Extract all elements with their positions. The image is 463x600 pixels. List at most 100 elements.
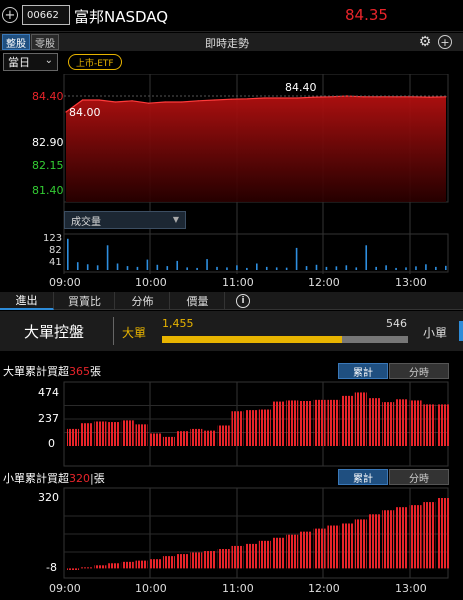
volume-bar xyxy=(106,245,109,270)
volume-bar xyxy=(295,247,298,270)
big-intraday-button[interactable]: 分時 xyxy=(389,363,449,379)
panel-title: 即時走勢 xyxy=(205,37,249,50)
tab-odd-lot[interactable]: 零股 xyxy=(31,34,59,50)
small-cumulative-svg xyxy=(63,487,449,579)
big-cum-bar xyxy=(149,433,162,446)
volume-bar xyxy=(285,267,288,270)
big-cum-bar xyxy=(272,401,285,446)
bottom-xtick-3: 11:00 xyxy=(222,582,254,595)
stock-name: 富邦NASDAQ xyxy=(74,8,169,26)
price-point xyxy=(362,96,364,98)
volume-bar xyxy=(265,266,268,270)
price-point xyxy=(313,96,315,98)
price-point xyxy=(81,99,84,101)
big-cumulative-button[interactable]: 累計 xyxy=(338,363,388,379)
price-chart-svg xyxy=(63,73,449,274)
small-ytick-1: 320 xyxy=(38,491,59,504)
chevron-down-icon: ⌄ xyxy=(44,55,53,66)
volume-bar xyxy=(365,245,368,270)
big-cum-bar xyxy=(121,420,134,446)
big-cumulative-title: 大單累計買超365張 xyxy=(3,363,101,379)
volume-bar xyxy=(116,263,119,270)
price-point xyxy=(428,96,431,98)
small-cum-bar xyxy=(286,534,299,569)
small-cum-bar xyxy=(341,523,354,569)
high-price-label: 84.40 xyxy=(285,81,317,94)
volume-selector[interactable]: 成交量 ▼ xyxy=(64,211,186,229)
small-cum-bar xyxy=(354,519,367,569)
big-ytick-2: 237 xyxy=(38,412,59,425)
big-cum-bar xyxy=(67,428,79,446)
volume-bar xyxy=(126,266,129,270)
analysis-tabs: 進出 買賣比 分佈 價量 i xyxy=(0,292,463,310)
small-cum-bar xyxy=(313,528,326,569)
big-cum-suffix: 張 xyxy=(90,365,101,378)
volume-bar xyxy=(345,265,348,270)
big-cum-bar xyxy=(327,399,340,446)
small-cum-bar xyxy=(327,525,340,569)
price-point xyxy=(114,101,117,103)
big-cum-bar xyxy=(395,399,408,446)
volume-ytick-3: 41 xyxy=(49,257,62,268)
period-select[interactable]: 當日 ⌄ xyxy=(3,53,58,71)
info-icon[interactable]: i xyxy=(236,294,250,308)
small-order-value: 546 xyxy=(386,317,407,330)
big-cum-bar xyxy=(286,400,299,446)
volume-bar xyxy=(136,266,139,270)
volume-selector-label: 成交量 xyxy=(71,216,101,228)
price-ytick-2: 82.90 xyxy=(32,136,64,149)
small-cum-bar xyxy=(67,568,79,570)
small-cumulative-chart: 320 -8 xyxy=(0,486,463,580)
price-point xyxy=(197,100,199,102)
add-panel-icon[interactable]: + xyxy=(438,35,452,49)
volume-bar xyxy=(405,267,407,270)
small-intraday-button[interactable]: 分時 xyxy=(389,469,449,485)
tab-in-out[interactable]: 進出 xyxy=(0,292,54,310)
volume-bar xyxy=(176,260,179,270)
big-cum-bar xyxy=(204,430,217,446)
big-cum-bar xyxy=(190,428,203,446)
bottom-xtick-2: 10:00 xyxy=(135,582,167,595)
volume-bar xyxy=(305,266,308,270)
price-ytick-1: 84.40 xyxy=(32,90,64,103)
price-area-fill xyxy=(66,96,446,202)
price-point xyxy=(263,97,265,99)
volume-bar xyxy=(415,266,417,270)
small-cum-value: 320 xyxy=(69,472,90,485)
scroll-indicator[interactable] xyxy=(459,321,463,341)
tab-price-volume[interactable]: 價量 xyxy=(171,292,225,310)
price-xtick-1: 09:00 xyxy=(49,276,81,289)
big-cum-bar xyxy=(231,411,244,446)
small-cumulative-button[interactable]: 累計 xyxy=(338,469,388,485)
price-point xyxy=(247,98,249,100)
price-ytick-4: 81.40 xyxy=(32,184,64,197)
add-icon[interactable]: + xyxy=(2,7,18,23)
tab-buy-sell-ratio[interactable]: 買賣比 xyxy=(55,292,115,310)
small-cumulative-title: 小單累計買超320|張 xyxy=(3,470,105,486)
volume-bar xyxy=(76,262,79,270)
small-cum-bar xyxy=(368,514,381,569)
volume-bar xyxy=(166,266,169,270)
volume-ytick-2: 82 xyxy=(49,245,62,256)
big-ytick-3: 0 xyxy=(48,437,55,450)
gear-icon[interactable]: ⚙ xyxy=(417,33,433,50)
big-cum-bar xyxy=(368,398,381,446)
volume-bar xyxy=(156,264,159,270)
tab-distribution[interactable]: 分佈 xyxy=(116,292,170,310)
small-cum-bar xyxy=(121,561,134,569)
bottom-xtick-5: 13:00 xyxy=(395,582,427,595)
tab-whole-lot[interactable]: 整股 xyxy=(2,34,30,50)
big-cum-bar xyxy=(135,424,148,446)
small-cum-bar xyxy=(409,505,422,569)
big-cum-bar xyxy=(409,400,422,446)
small-cum-suffix: 張 xyxy=(93,472,105,485)
small-cum-bar xyxy=(299,531,312,569)
stock-code-input[interactable]: 00662 xyxy=(22,5,70,25)
volume-bar xyxy=(335,266,338,270)
volume-bar xyxy=(146,259,149,270)
big-order-value: 1,455 xyxy=(162,317,194,330)
price-chart: 84.40 82.90 82.15 81.40 84.00 84.40 成交量 … xyxy=(0,73,463,276)
small-cum-bar xyxy=(382,510,395,569)
big-cumulative-chart: 474 237 0 xyxy=(0,380,463,468)
volume-bar xyxy=(86,264,89,270)
